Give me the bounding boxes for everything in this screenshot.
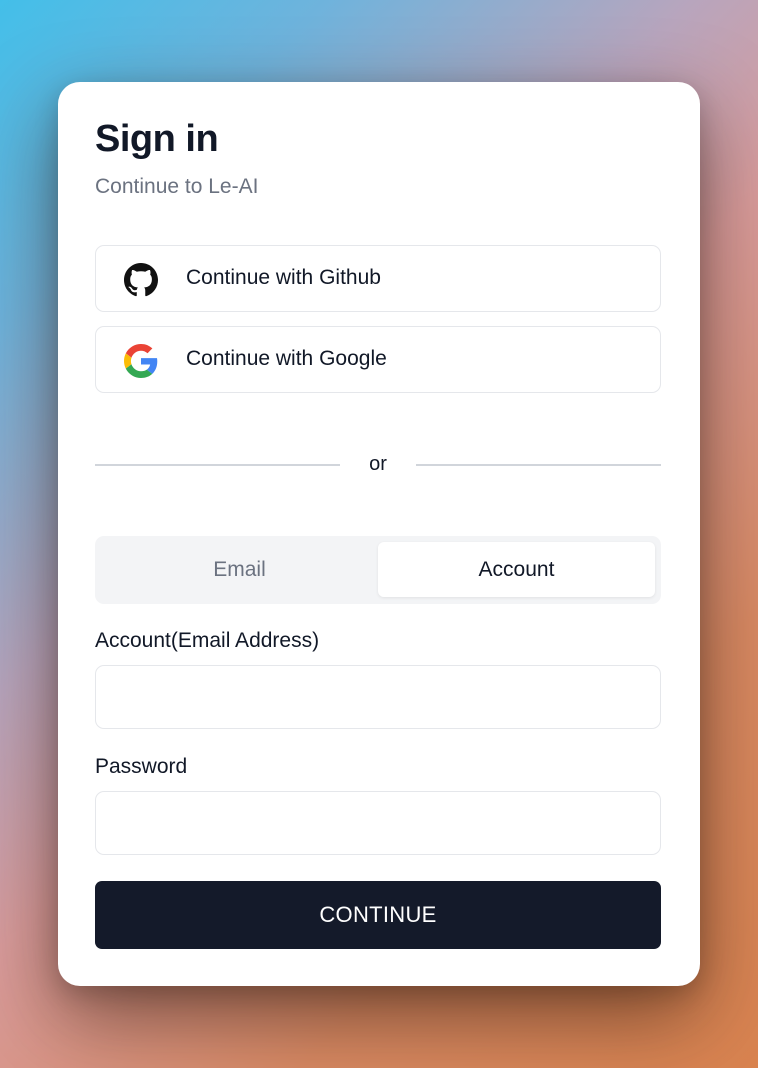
continue-with-github-button[interactable]: Continue with Github (95, 245, 661, 312)
page-title: Sign in (95, 118, 219, 160)
continue-with-google-button[interactable]: Continue with Google (95, 326, 661, 393)
tab-account[interactable]: Account (378, 542, 655, 597)
account-field-label: Account(Email Address) (95, 629, 320, 652)
github-button-label: Continue with Github (186, 266, 381, 289)
password-field-label: Password (95, 755, 188, 778)
continue-button[interactable]: CONTINUE (95, 881, 661, 949)
login-method-tabs: Email Account (95, 536, 661, 604)
divider-line-right (416, 464, 661, 466)
google-icon (124, 344, 158, 378)
or-divider: or (95, 451, 661, 479)
github-icon (124, 263, 158, 297)
password-input[interactable] (95, 791, 661, 855)
account-input[interactable] (95, 665, 661, 729)
google-button-label: Continue with Google (186, 347, 387, 370)
sign-in-card: Sign in Continue to Le-AI Continue with … (58, 82, 700, 986)
tab-email[interactable]: Email (101, 542, 378, 597)
page-subtitle: Continue to Le-AI (95, 175, 259, 198)
